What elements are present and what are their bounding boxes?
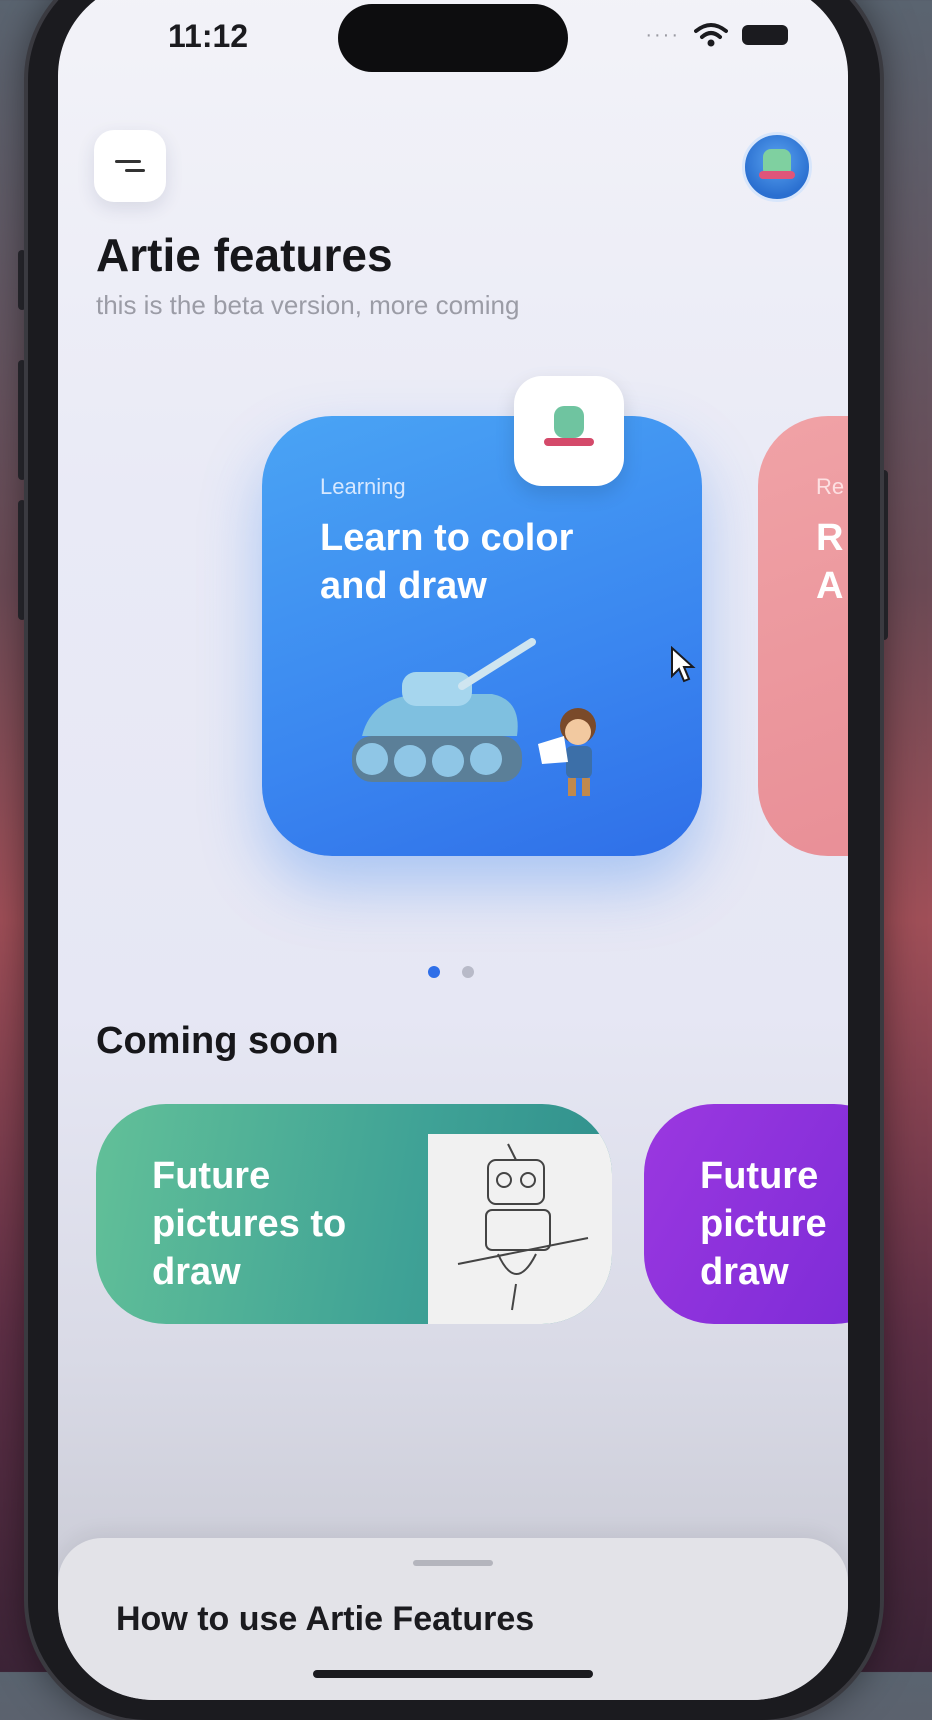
page-dot[interactable]: [462, 966, 474, 978]
page-dot-active[interactable]: [428, 966, 440, 978]
coming-soon-card-2-title: Future picture draw: [700, 1155, 827, 1293]
coming-soon-card-1[interactable]: Future pictures to draw: [96, 1104, 612, 1324]
robot-avatar-icon-detail: [759, 171, 795, 179]
coming-soon-card-title: Future picture draw: [700, 1152, 848, 1296]
coming-soon-heading: Coming soon: [96, 1020, 339, 1062]
coming-soon-card-title: Future pictures to draw: [152, 1155, 347, 1293]
battery-icon: [742, 25, 788, 45]
dynamic-island: [338, 4, 568, 72]
menu-icon-line: [115, 160, 141, 163]
avatar[interactable]: [742, 132, 812, 202]
sheet-drag-handle[interactable]: [413, 1560, 493, 1566]
coming-soon-card-2[interactable]: Future picture draw: [644, 1104, 848, 1324]
feature-card-next[interactable]: Re R A: [758, 416, 848, 856]
wifi-icon: [694, 23, 728, 47]
phone-side-button-right: [880, 470, 888, 640]
feature-robot-badge: [514, 376, 624, 486]
robot-icon-detail: [544, 438, 594, 446]
status-icons: ····: [645, 22, 788, 48]
feature-category: Learning: [320, 474, 406, 499]
page-subtitle: this is the beta version, more coming: [96, 290, 520, 320]
app-screen: 11:12 ···· Artie features this is the be…: [58, 0, 848, 1700]
home-indicator[interactable]: [313, 1670, 593, 1678]
feature-category: Re: [816, 474, 845, 499]
tank-drawing-illustration: [352, 638, 596, 796]
page-title: Artie features: [96, 229, 393, 281]
signal-icon: ····: [645, 23, 680, 46]
feature-card-learning[interactable]: Learning Learn to color and draw: [262, 416, 702, 856]
feature-title: Learn to color and draw: [320, 517, 574, 607]
menu-icon-line: [125, 169, 145, 172]
carousel-page-indicator[interactable]: [428, 966, 474, 978]
phone-side-button-left-1: [18, 250, 26, 310]
status-time: 11:12: [168, 18, 249, 54]
mouse-pointer-icon: [671, 646, 696, 683]
phone-side-button-left-3: [18, 500, 26, 620]
feature-title: R A: [816, 517, 844, 607]
robot-icon: [554, 406, 584, 438]
phone-side-button-left-2: [18, 360, 26, 480]
menu-button[interactable]: [94, 130, 166, 202]
robot-sketch-image: [457, 1143, 589, 1311]
robot-sketch-thumbnail: [428, 1134, 612, 1324]
bottom-sheet-title: How to use Artie Features: [116, 1600, 535, 1638]
